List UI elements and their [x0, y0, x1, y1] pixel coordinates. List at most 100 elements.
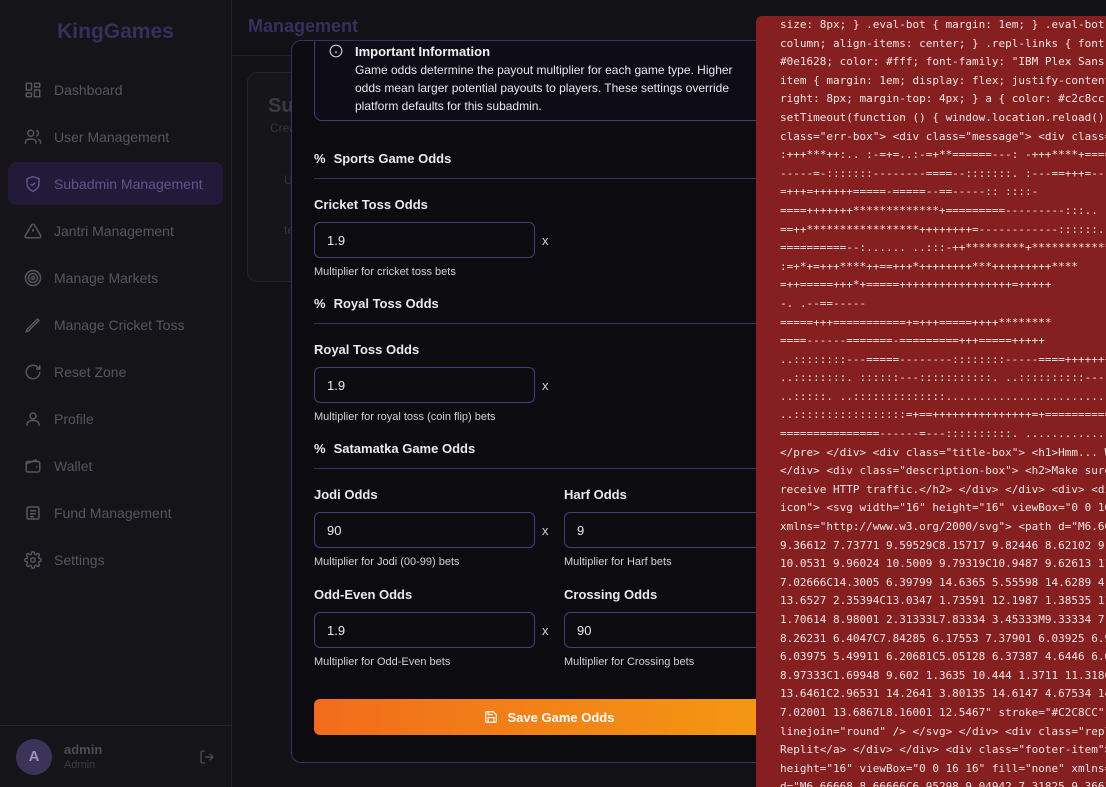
user-role: Admin — [64, 759, 96, 771]
error-overlay-line: 7.02001 13.6867L8.16001 12.5467" stroke=… — [780, 705, 1106, 719]
sidebar-item-dashboard[interactable]: Dashboard — [8, 68, 223, 111]
sidebar-item-label: Jantri Management — [54, 222, 174, 239]
dashboard-icon — [25, 82, 41, 97]
error-overlay-line: </pre> </div> <div class="title-box"> <h… — [780, 445, 1106, 459]
error-overlay-line: item { margin: 1em; display: flex; justi… — [780, 73, 1106, 87]
odd-even-help: Multiplier for Odd-Even bets — [314, 656, 451, 668]
sidebar-nav: Dashboard User Management Subadmin Manag… — [0, 68, 231, 581]
sidebar-item-label: User Management — [54, 128, 170, 145]
info-text: Game odds determine the payout multiplie… — [355, 63, 733, 113]
odd-even-input[interactable]: 1.9 — [314, 612, 535, 648]
sidebar-item-label: Manage Markets — [54, 269, 159, 286]
sidebar-item-label: Profile — [54, 410, 94, 427]
multiplier-suffix: x — [542, 233, 549, 248]
cricket-toss-label: Cricket Toss Odds — [314, 197, 428, 212]
error-overlay-line: ==++*****************++++++++=----------… — [780, 222, 1105, 236]
section-satamatka-odds: % Satamatka Game Odds — [314, 441, 784, 469]
error-overlay-line: ====------=======-=========+++=====+++++ — [780, 334, 1045, 348]
error-overlay-line: =====+++===========+=+++=====++++*******… — [780, 315, 1052, 329]
info-box: Important Information Game odds determin… — [314, 41, 774, 121]
section-title: Royal Toss Odds — [333, 296, 439, 311]
user-icon — [26, 411, 40, 426]
sidebar-item-label: Subadmin Management — [54, 175, 203, 192]
error-overlay-line: Replit</a> </div> </div> <div class="foo… — [780, 743, 1106, 757]
jodi-input[interactable]: 90 — [314, 512, 535, 548]
error-overlay-line: ===============------=---::::::::::. ...… — [780, 427, 1106, 441]
save-game-odds-button[interactable]: Save Game Odds — [314, 699, 784, 735]
section-title: Satamatka Game Odds — [333, 441, 476, 456]
sidebar-item-user-management[interactable]: User Management — [8, 115, 223, 158]
error-overlay: size: 8px; } .eval-bot { margin: 1em; } … — [756, 16, 1106, 787]
sidebar-item-wallet[interactable]: Wallet — [8, 444, 223, 487]
error-overlay-line: xmlns="http://www.w3.org/2000/svg"> <pat… — [780, 520, 1106, 534]
crossing-input[interactable]: 90 — [564, 612, 785, 648]
sidebar-item-label: Manage Cricket Toss — [54, 316, 185, 333]
error-overlay-line: -----=-:::::::--------====--:::::::. :--… — [780, 166, 1106, 180]
avatar[interactable]: A — [16, 738, 52, 775]
error-overlay-line: :+++***++:.. :-=+=..:-=+**======---: -++… — [780, 148, 1106, 162]
sidebar-item-settings[interactable]: Settings — [8, 538, 223, 581]
error-overlay-line: setTimeout(function () { window.location… — [780, 110, 1106, 124]
bank-icon — [26, 505, 40, 520]
sidebar-item-label: Settings — [54, 551, 105, 568]
error-overlay-line: =+++=++++++=====-=====--==-----:: ::::- — [780, 185, 1039, 199]
error-overlay-line: ==========--:...... ..:::-++*********+**… — [780, 241, 1106, 255]
royal-toss-input[interactable]: 1.9 — [314, 367, 535, 403]
shield-icon — [26, 175, 40, 192]
save-icon — [484, 711, 497, 723]
section-royal-toss-odds: % Royal Toss Odds — [314, 296, 784, 324]
harf-input[interactable]: 9 — [564, 512, 785, 548]
wallet-icon — [25, 458, 41, 473]
harf-help: Multiplier for Harf bets — [564, 556, 672, 568]
error-overlay-line: 13.6461C2.96531 14.2641 3.80135 14.6147 … — [780, 687, 1106, 701]
gear-icon — [24, 550, 42, 569]
error-overlay-line: ..:::::. ..::::::::::::::...............… — [780, 389, 1106, 403]
page-title: Management — [248, 16, 359, 36]
section-title: Sports Game Odds — [333, 151, 452, 166]
error-overlay-line: right: 8px; margin-top: 4px; } a { color… — [780, 92, 1106, 106]
warning-icon — [24, 222, 42, 238]
error-overlay-line: receive HTTP traffic.</h2> </div> </div>… — [780, 482, 1106, 496]
sidebar-item-subadmin-management[interactable]: Subadmin Management — [8, 162, 223, 205]
jodi-label: Jodi Odds — [314, 487, 378, 502]
cricket-toss-help: Multiplier for cricket toss bets — [314, 266, 456, 278]
jodi-help: Multiplier for Jodi (00-99) bets — [314, 556, 460, 568]
sidebar-item-manage-cricket-toss[interactable]: Manage Cricket Toss — [8, 303, 223, 346]
royal-toss-label: Royal Toss Odds — [314, 342, 420, 357]
error-overlay-line: ..::::::::---=====--------::::::::-----=… — [780, 352, 1106, 366]
sidebar-item-profile[interactable]: Profile — [8, 397, 223, 440]
user-meta: admin Admin — [64, 742, 187, 771]
crossing-help: Multiplier for Crossing bets — [564, 656, 695, 668]
target-icon — [24, 269, 42, 286]
multiplier-suffix: x — [542, 523, 549, 538]
sidebar-user-panel: A admin Admin — [0, 725, 231, 787]
error-overlay-line: =++=====+++*+=====+++++++++++++++++=++++… — [780, 278, 1052, 292]
royal-toss-help: Multiplier for royal toss (coin flip) be… — [314, 411, 496, 423]
sidebar-item-label: Dashboard — [54, 81, 123, 98]
error-overlay-line: 7.02666C14.3005 6.39799 14.6365 5.55598 … — [780, 575, 1106, 589]
cricket-toss-input[interactable]: 1.9 — [314, 222, 535, 258]
error-overlay-line: d="M6.66668 8.66666C6.95298 9.04942 7.31… — [780, 780, 1106, 787]
sidebar: KingGames Dashboard User Management Suba… — [0, 0, 232, 787]
logout-icon[interactable] — [199, 749, 215, 765]
sidebar-item-jantri-management[interactable]: Jantri Management — [8, 209, 223, 252]
info-title: Important Information — [355, 44, 491, 59]
error-overlay-line: #0e1628; color: #fff; font-family: "IBM … — [780, 55, 1106, 69]
background-card-title: Su — [268, 95, 294, 117]
save-button-label: Save Game Odds — [507, 709, 615, 725]
harf-label: Harf Odds — [564, 487, 627, 502]
sidebar-item-manage-markets[interactable]: Manage Markets — [8, 256, 223, 299]
error-overlay-line: 8.26231 6.4047C7.84285 6.17553 7.37901 6… — [780, 631, 1106, 645]
pen-icon — [25, 317, 41, 333]
sidebar-item-reset-zone[interactable]: Reset Zone — [8, 350, 223, 393]
multiplier-suffix: x — [542, 623, 549, 638]
error-overlay-line: </div> <div class="description-box"> <h2… — [780, 464, 1106, 478]
error-overlay-line: size: 8px; } .eval-bot { margin: 1em; } … — [780, 18, 1105, 31]
brand-logo: KingGames — [57, 20, 174, 43]
sidebar-item-fund-management[interactable]: Fund Management — [8, 491, 223, 534]
multiplier-suffix: x — [542, 378, 549, 393]
refresh-icon — [25, 364, 41, 379]
error-overlay-line: 6.03975 5.49911 6.20681C5.05128 6.37387 … — [780, 650, 1106, 664]
sidebar-item-label: Reset Zone — [54, 363, 127, 380]
user-name: admin — [64, 742, 103, 757]
